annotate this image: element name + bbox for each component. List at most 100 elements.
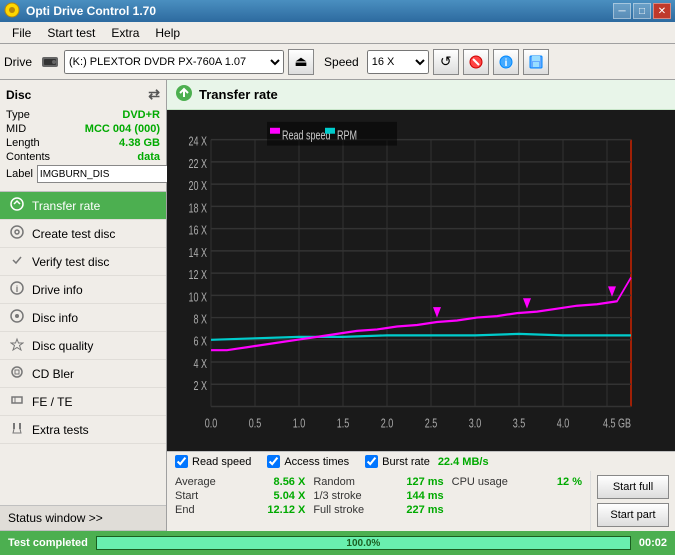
full-stroke-value: 227 ms [394, 504, 444, 516]
nav-label-fe-te: FE / TE [32, 395, 72, 409]
close-button[interactable]: ✕ [653, 3, 671, 19]
svg-text:Read speed: Read speed [282, 129, 331, 143]
eject-button[interactable]: ⏏ [288, 49, 314, 75]
disc-mid-value: MCC 004 (000) [85, 123, 160, 135]
svg-text:16 X: 16 X [188, 224, 207, 238]
minimize-button[interactable]: ─ [613, 3, 631, 19]
access-times-check-label: Access times [284, 456, 349, 468]
svg-text:22 X: 22 X [188, 157, 207, 171]
read-speed-check-label: Read speed [192, 456, 251, 468]
menu-help[interactable]: Help [147, 24, 188, 42]
stats-grid: Average 8.56 X Start 5.04 X End 12.12 X [175, 475, 582, 517]
col2-stats: Random 127 ms 1/3 stroke 144 ms Full str… [313, 475, 443, 517]
random-row: Random 127 ms [313, 475, 443, 489]
title-text: Opti Drive Control 1.70 [26, 4, 156, 18]
cpu-usage-row: CPU usage 12 % [452, 475, 582, 489]
disc-contents-value: data [137, 151, 160, 163]
refresh-button[interactable]: ↺ [433, 49, 459, 75]
svg-text:3.5: 3.5 [513, 417, 526, 431]
stats-section: Average 8.56 X Start 5.04 X End 12.12 X [167, 471, 590, 531]
disc-quality-icon [10, 337, 24, 354]
read-speed-check-item: Read speed [175, 455, 251, 468]
disc-label-label: Label [6, 168, 33, 180]
nav-disc-quality[interactable]: Disc quality [0, 332, 166, 360]
svg-text:2 X: 2 X [193, 380, 207, 394]
disc-length-row: Length 4.38 GB [6, 137, 160, 149]
end-label: End [175, 504, 195, 516]
info-button[interactable]: i [493, 49, 519, 75]
transfer-rate-title: Transfer rate [199, 87, 278, 102]
svg-text:4.0: 4.0 [557, 417, 570, 431]
menu-start-test[interactable]: Start test [39, 24, 103, 42]
disc-arrows[interactable]: ⇄ [148, 86, 160, 103]
svg-text:18 X: 18 X [188, 202, 207, 216]
col1-stats: Average 8.56 X Start 5.04 X End 12.12 X [175, 475, 305, 517]
menu-bar: File Start test Extra Help [0, 22, 675, 44]
drive-icon [40, 52, 60, 72]
read-speed-checkbox[interactable] [175, 455, 188, 468]
svg-text:3.0: 3.0 [469, 417, 482, 431]
nav-create-test-disc[interactable]: Create test disc [0, 220, 166, 248]
access-times-checkbox[interactable] [267, 455, 280, 468]
nav-label-verify-test-disc: Verify test disc [32, 255, 109, 269]
nav-transfer-rate[interactable]: Transfer rate [0, 192, 166, 220]
full-stroke-row: Full stroke 227 ms [313, 503, 443, 517]
menu-extra[interactable]: Extra [103, 24, 147, 42]
checkbox-row: Read speed Access times Burst rate 22.4 … [167, 451, 675, 471]
full-stroke-label: Full stroke [313, 504, 364, 516]
nav-verify-test-disc[interactable]: Verify test disc [0, 248, 166, 276]
start-value: 5.04 X [255, 490, 305, 502]
status-text: Test completed [8, 537, 88, 549]
save-button[interactable] [523, 49, 549, 75]
main-area: Disc ⇄ Type DVD+R MID MCC 004 (000) Leng… [0, 80, 675, 531]
menu-file[interactable]: File [4, 24, 39, 42]
erase-button[interactable] [463, 49, 489, 75]
disc-length-label: Length [6, 137, 40, 149]
svg-text:RPM: RPM [337, 129, 357, 143]
chart-svg: 24 X 22 X 20 X 18 X 16 X 14 X 12 X 10 X … [167, 110, 675, 451]
speed-dropdown[interactable]: 16 XMax1 X4 X8 X [367, 50, 429, 74]
content-area: Transfer rate Read speed RPM [167, 80, 675, 531]
random-label: Random [313, 476, 355, 488]
burst-rate-checkbox[interactable] [365, 455, 378, 468]
disc-contents-label: Contents [6, 151, 50, 163]
maximize-button[interactable]: □ [633, 3, 651, 19]
nav-disc-info[interactable]: Disc info [0, 304, 166, 332]
nav-drive-info[interactable]: i Drive info [0, 276, 166, 304]
disc-label-input[interactable] [37, 165, 175, 183]
drive-selector: (K:) PLEXTOR DVDR PX-760A 1.07 [40, 50, 284, 74]
nav-fe-te[interactable]: FE / TE [0, 388, 166, 416]
svg-text:0.5: 0.5 [249, 417, 262, 431]
start-part-button[interactable]: Start part [597, 503, 669, 527]
disc-length-value: 4.38 GB [119, 137, 160, 149]
extra-tests-icon [10, 421, 24, 438]
svg-text:8 X: 8 X [193, 313, 207, 327]
disc-mid-label: MID [6, 123, 26, 135]
buttons-section: Start full Start part [590, 471, 675, 531]
stroke13-label: 1/3 stroke [313, 490, 361, 502]
nav-label-disc-info: Disc info [32, 311, 78, 325]
nav-label-extra-tests: Extra tests [32, 423, 89, 437]
app-icon [4, 2, 20, 21]
disc-type-value: DVD+R [122, 109, 160, 121]
disc-contents-row: Contents data [6, 151, 160, 163]
svg-text:12 X: 12 X [188, 268, 207, 282]
nav-cd-bler[interactable]: CD Bler [0, 360, 166, 388]
nav-extra-tests[interactable]: Extra tests [0, 416, 166, 444]
window-controls: ─ □ ✕ [613, 3, 671, 19]
drive-label: Drive [4, 55, 32, 69]
svg-text:i: i [504, 58, 507, 69]
start-full-button[interactable]: Start full [597, 475, 669, 499]
drive-dropdown[interactable]: (K:) PLEXTOR DVDR PX-760A 1.07 [64, 50, 284, 74]
nav-label-transfer-rate: Transfer rate [32, 199, 100, 213]
status-bar: Test completed 100.0% 00:02 [0, 531, 675, 555]
nav-label-drive-info: Drive info [32, 283, 83, 297]
svg-text:4 X: 4 X [193, 357, 207, 371]
disc-header: Disc ⇄ [6, 86, 160, 103]
svg-text:1.5: 1.5 [337, 417, 350, 431]
svg-text:1.0: 1.0 [293, 417, 306, 431]
progress-bar: 100.0% [96, 536, 631, 550]
status-window-button[interactable]: Status window >> [0, 505, 166, 531]
average-label: Average [175, 476, 216, 488]
svg-text:i: i [16, 284, 19, 294]
